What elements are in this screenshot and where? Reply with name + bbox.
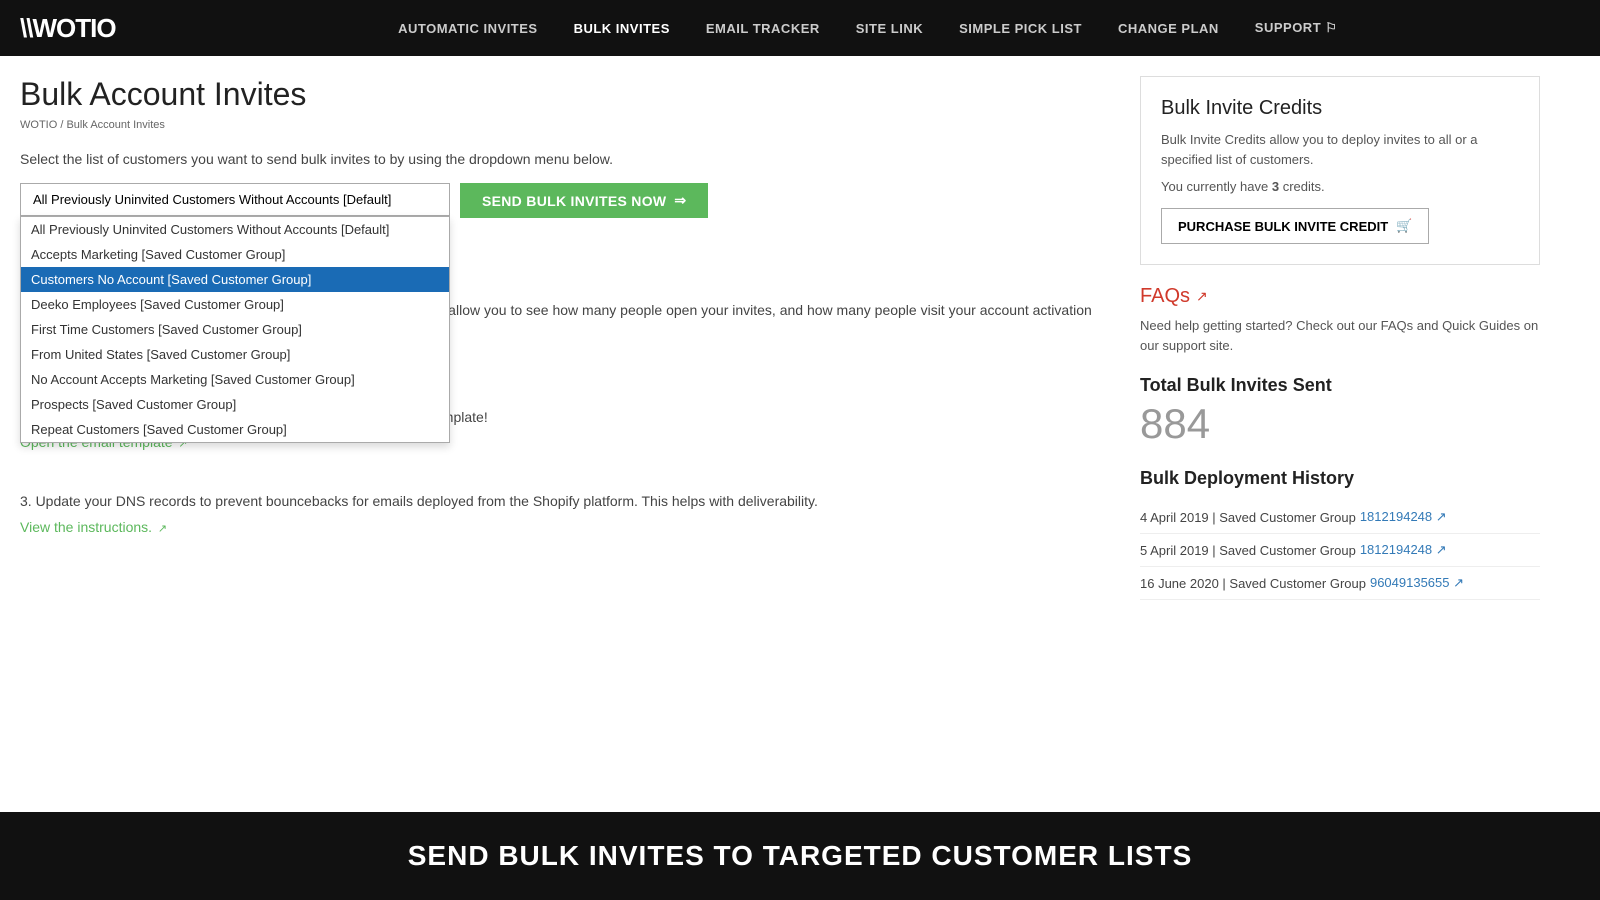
- credits-card: Bulk Invite Credits Bulk Invite Credits …: [1140, 76, 1540, 265]
- step3-link[interactable]: View the instructions. ↗: [20, 519, 167, 535]
- nav-automatic-invites[interactable]: AUTOMATIC INVITES: [380, 0, 555, 56]
- dropdown-option-5[interactable]: From United States [Saved Customer Group…: [21, 342, 449, 367]
- credits-suffix: credits.: [1283, 179, 1325, 194]
- nav-bulk-invites[interactable]: BULK INVITES: [556, 0, 688, 56]
- send-icon: ⇒: [674, 192, 686, 209]
- history-ext-icon-1: ↗: [1436, 542, 1447, 557]
- page-description: Select the list of customers you want to…: [20, 151, 1110, 167]
- history-ext-icon-0: ↗: [1436, 509, 1447, 524]
- history-link-2[interactable]: 96049135655 ↗: [1370, 575, 1464, 591]
- dropdown-wrapper: All Previously Uninvited Customers Witho…: [20, 183, 450, 216]
- navbar: \\WOTIO AUTOMATIC INVITES BULK INVITES E…: [0, 0, 1600, 56]
- dropdown-row: All Previously Uninvited Customers Witho…: [20, 183, 1110, 218]
- dropdown-option-2[interactable]: Customers No Account [Saved Customer Gro…: [21, 267, 449, 292]
- step3-text: 3. Update your DNS records to prevent bo…: [20, 490, 1110, 512]
- step3-section: 3. Update your DNS records to prevent bo…: [20, 480, 1110, 534]
- credits-count: 3: [1272, 179, 1279, 194]
- send-bulk-invites-button[interactable]: SEND BULK INVITES NOW ⇒: [460, 183, 708, 218]
- total-section: Total Bulk Invites Sent 884: [1140, 375, 1540, 448]
- cart-icon: 🛒: [1396, 218, 1412, 234]
- faqs-title: FAQs ↗: [1140, 285, 1540, 308]
- dropdown-open-list: All Previously Uninvited Customers Witho…: [20, 216, 450, 443]
- history-date-2: 16 June 2020 | Saved Customer Group: [1140, 576, 1366, 591]
- nav-links: AUTOMATIC INVITES BULK INVITES EMAIL TRA…: [156, 0, 1580, 56]
- history-item-2: 16 June 2020 | Saved Customer Group 9604…: [1140, 567, 1540, 600]
- dropdown-option-7[interactable]: Prospects [Saved Customer Group]: [21, 392, 449, 417]
- history-title: Bulk Deployment History: [1140, 468, 1540, 489]
- credits-title: Bulk Invite Credits: [1161, 97, 1519, 120]
- faqs-link[interactable]: FAQs: [1140, 285, 1190, 308]
- logo[interactable]: \\WOTIO: [20, 13, 116, 44]
- total-invites-title: Total Bulk Invites Sent: [1140, 375, 1540, 396]
- dropdown-option-1[interactable]: Accepts Marketing [Saved Customer Group]: [21, 242, 449, 267]
- history-date-0: 4 April 2019 | Saved Customer Group: [1140, 510, 1356, 525]
- dropdown-option-4[interactable]: First Time Customers [Saved Customer Gro…: [21, 317, 449, 342]
- history-link-0[interactable]: 1812194248 ↗: [1360, 509, 1447, 525]
- send-bulk-label: SEND BULK INVITES NOW: [482, 193, 666, 209]
- step3-link-label: View the instructions.: [20, 519, 152, 535]
- nav-support[interactable]: SUPPORT ⚐: [1237, 0, 1356, 56]
- right-panel: Bulk Invite Credits Bulk Invite Credits …: [1140, 76, 1540, 600]
- credits-text: You currently have: [1161, 179, 1268, 194]
- nav-email-tracker[interactable]: EMAIL TRACKER: [688, 0, 838, 56]
- page-title: Bulk Account Invites: [20, 76, 1110, 113]
- history-section: Bulk Deployment History 4 April 2019 | S…: [1140, 468, 1540, 600]
- credits-desc: Bulk Invite Credits allow you to deploy …: [1161, 130, 1519, 169]
- credits-line: You currently have 3 credits.: [1161, 179, 1519, 194]
- total-invites-count: 884: [1140, 400, 1540, 448]
- history-item-1: 5 April 2019 | Saved Customer Group 1812…: [1140, 534, 1540, 567]
- faqs-section: FAQs ↗ Need help getting started? Check …: [1140, 285, 1540, 355]
- history-ext-icon-2: ↗: [1453, 575, 1464, 590]
- purchase-credit-button[interactable]: PURCHASE BULK INVITE CREDIT 🛒: [1161, 208, 1429, 244]
- faqs-text: Need help getting started? Check out our…: [1140, 316, 1540, 355]
- customer-list-dropdown[interactable]: All Previously Uninvited Customers Witho…: [20, 183, 450, 216]
- footer-text: SEND BULK INVITES TO TARGETED CUSTOMER L…: [408, 840, 1193, 871]
- nav-site-link[interactable]: SITE LINK: [838, 0, 941, 56]
- step3-external-icon: ↗: [158, 522, 167, 535]
- history-link-1[interactable]: 1812194248 ↗: [1360, 542, 1447, 558]
- dropdown-option-3[interactable]: Deeko Employees [Saved Customer Group]: [21, 292, 449, 317]
- history-item-0: 4 April 2019 | Saved Customer Group 1812…: [1140, 501, 1540, 534]
- nav-change-plan[interactable]: CHANGE PLAN: [1100, 0, 1237, 56]
- breadcrumb-current: Bulk Account Invites: [66, 119, 164, 131]
- faqs-external-icon: ↗: [1196, 288, 1208, 305]
- left-panel: Bulk Account Invites WOTIO / Bulk Accoun…: [20, 76, 1110, 600]
- purchase-credit-label: PURCHASE BULK INVITE CREDIT: [1178, 219, 1388, 234]
- breadcrumb: WOTIO / Bulk Account Invites: [20, 119, 1110, 131]
- history-date-1: 5 April 2019 | Saved Customer Group: [1140, 543, 1356, 558]
- nav-simple-pick-list[interactable]: SIMPLE PICK LIST: [941, 0, 1100, 56]
- main-container: Bulk Account Invites WOTIO / Bulk Accoun…: [0, 56, 1560, 620]
- dropdown-option-0[interactable]: All Previously Uninvited Customers Witho…: [21, 217, 449, 242]
- footer-banner: SEND BULK INVITES TO TARGETED CUSTOMER L…: [0, 812, 1600, 900]
- dropdown-option-6[interactable]: No Account Accepts Marketing [Saved Cust…: [21, 367, 449, 392]
- breadcrumb-home[interactable]: WOTIO: [20, 119, 57, 131]
- dropdown-option-8[interactable]: Repeat Customers [Saved Customer Group]: [21, 417, 449, 442]
